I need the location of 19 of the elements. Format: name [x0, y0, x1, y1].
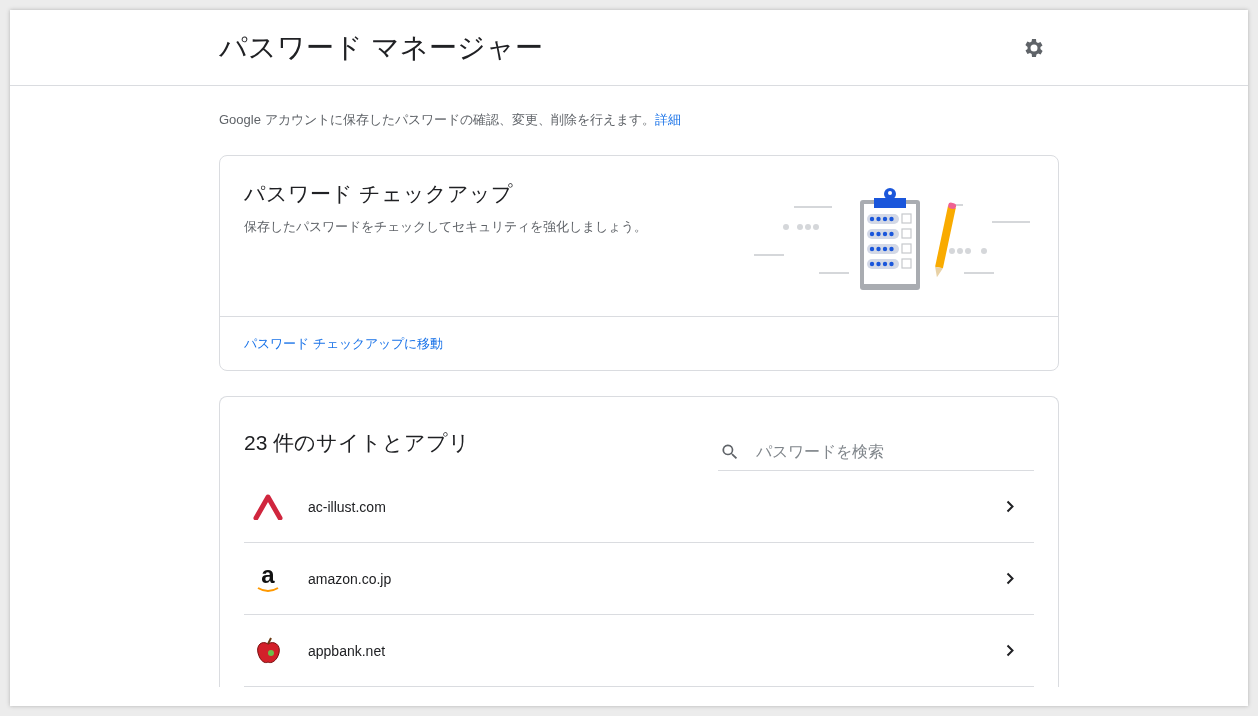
chevron-right-icon — [1006, 644, 1014, 657]
letter-logo: a — [252, 562, 284, 595]
chevron-right-icon — [1006, 572, 1014, 585]
apple-logo-icon — [254, 636, 282, 665]
site-row[interactable]: ac-illust.com — [244, 471, 1034, 543]
site-name: appbank.net — [308, 642, 387, 659]
site-name: amazon.co.jp — [308, 570, 393, 587]
intro-text: Google アカウントに保存したパスワードの確認、変更、削除を行えます。詳細 — [219, 111, 682, 129]
site-row[interactable]: appbank.net — [244, 615, 1034, 687]
chevron-right-icon — [1006, 500, 1014, 513]
page-title: パスワード マネージャー — [219, 30, 543, 65]
sites-count-title: 23 件のサイトとアプリ — [244, 430, 471, 456]
checkup-link[interactable]: パスワード チェックアップに移動 — [244, 334, 443, 353]
site-name: ac-illust.com — [308, 498, 387, 515]
site-row[interactable]: a amazon.co.jp — [244, 543, 1034, 615]
checkup-title: パスワード チェックアップ — [244, 181, 514, 207]
checkup-description: 保存したパスワードをチェックしてセキュリティを強化しましょう。 — [244, 218, 647, 236]
caret-logo-icon — [253, 493, 283, 520]
details-link[interactable]: 詳細 — [654, 112, 681, 127]
